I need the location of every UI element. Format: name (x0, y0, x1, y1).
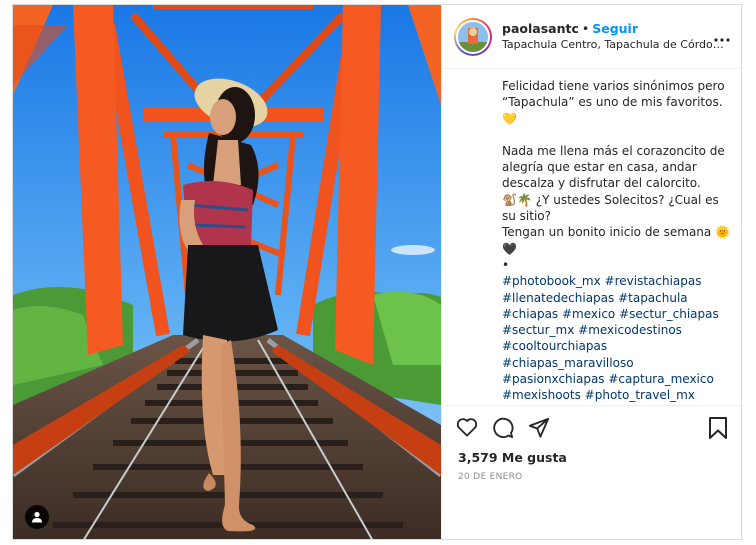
separator-dot: • (581, 21, 590, 36)
share-button[interactable] (528, 417, 550, 443)
post-photo[interactable] (13, 5, 441, 539)
post-date[interactable]: 20 DE ENERO (458, 472, 523, 482)
hashtag-line[interactable]: #cooltourchiapas (502, 338, 734, 354)
post-caption: Felicidad tiene varios sinónimos pero “T… (502, 78, 734, 408)
avatar[interactable] (454, 17, 492, 56)
caption-paragraph: Nada me llena más el corazoncito de aleg… (502, 143, 725, 191)
caption-paragraph: 🐒🌴 ¿Y ustedes Solecitos? ¿Cual es su sit… (502, 192, 719, 224)
hashtag-line[interactable]: #chiapas #mexico #sectur_chiapas (502, 306, 734, 322)
hashtag-line[interactable]: #mexishoots #photo_travel_mx (502, 387, 734, 403)
username-link[interactable]: paolasantc (502, 21, 579, 36)
tagged-users-button[interactable] (25, 505, 49, 529)
comment-icon (493, 417, 514, 439)
heart-icon (456, 418, 478, 437)
caption-paragraph: Felicidad tiene varios sinónimos pero “T… (502, 79, 725, 126)
save-button[interactable] (708, 417, 728, 443)
caption-bullet: • (502, 257, 510, 272)
like-button[interactable] (456, 417, 478, 443)
caption-paragraph: Tengan un bonito inicio de semana 🌞🖤 (502, 225, 731, 256)
follow-button[interactable]: Seguir (592, 21, 638, 36)
instagram-post: paolasantc • Seguir Tapachula Centro, Tapa… (12, 4, 742, 540)
post-actions: 3,579 Me gusta 20 DE ENERO (442, 405, 741, 539)
more-horizontal-icon (714, 38, 730, 42)
hashtag-line[interactable]: #pasionxchiapas #captura_mexico (502, 371, 734, 387)
hashtag-line[interactable]: #chiapas_maravilloso (502, 355, 734, 371)
hashtag-line[interactable]: #photobook_mx #revistachiapas (502, 273, 734, 289)
likes-count[interactable]: 3,579 Me gusta (458, 450, 567, 465)
share-icon (528, 417, 550, 438)
comment-button[interactable] (492, 417, 514, 443)
more-options-button[interactable] (714, 27, 730, 46)
post-side-panel: paolasantc • Seguir Tapachula Centro, Tapa… (441, 5, 741, 539)
user-icon (32, 511, 42, 523)
bookmark-icon (709, 417, 727, 439)
hashtag-line[interactable]: #sectur_mx #mexicodestinos (502, 322, 734, 338)
location-link[interactable]: Tapachula Centro, Tapachula de Córdova y… (502, 37, 724, 52)
hashtag-line[interactable]: #llenatedechiapas #tapachula (502, 290, 734, 306)
post-header: paolasantc • Seguir Tapachula Centro, Tapa… (442, 5, 741, 69)
